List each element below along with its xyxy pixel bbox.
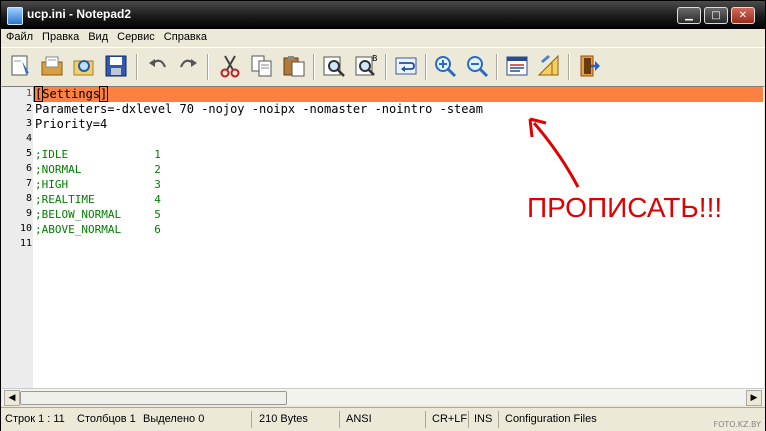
section-name: Settings [42, 87, 101, 101]
line-number: 9 [25, 208, 32, 219]
current-line-highlight [33, 87, 763, 102]
menu-bar: Файл Правка Вид Сервис Справка [1, 29, 765, 47]
customize-icon[interactable] [536, 53, 562, 79]
menu-help[interactable]: Справка [159, 29, 211, 43]
save-icon[interactable] [103, 53, 129, 79]
minimize-button[interactable]: ▁ [677, 7, 701, 24]
status-column: Столбцов 1 [77, 413, 136, 425]
status-bar: Строк 1 : 11 Столбцов 1 Выделено 0 210 B… [1, 407, 765, 431]
ini-equals: = [92, 117, 101, 131]
status-insert-mode: INS [474, 413, 493, 425]
line-number: 2 [25, 103, 32, 114]
line-number: 8 [25, 193, 32, 204]
line-number: 4 [25, 133, 32, 144]
wordwrap-icon[interactable] [393, 53, 419, 79]
redo-icon[interactable] [175, 53, 201, 79]
copy-icon[interactable] [249, 53, 275, 79]
line-number: 5 [25, 148, 32, 159]
scroll-right-arrow-icon[interactable]: ▶ [746, 390, 762, 406]
browse-icon[interactable] [71, 53, 97, 79]
comment-line: ;BELOW_NORMAL 5 [35, 208, 161, 221]
line-number: 1 [25, 88, 32, 99]
zoom-out-icon[interactable] [464, 53, 490, 79]
line-number: 11 [19, 238, 32, 249]
menu-edit[interactable]: Правка [37, 29, 83, 43]
status-line-endings[interactable]: CR+LF [432, 413, 467, 425]
find-icon[interactable] [321, 53, 347, 79]
cut-icon[interactable] [217, 53, 243, 79]
editor-area[interactable]: 1 2 3 4 5 6 7 8 9 10 11 [Settings] Param… [2, 86, 764, 389]
close-button[interactable]: ✕ [731, 7, 755, 24]
toolbar: B [1, 47, 765, 87]
ini-value: -dxlevel 70 -nojoy -noipx -nomaster -noi… [114, 102, 483, 116]
menu-view[interactable]: Вид [83, 29, 112, 43]
status-size: 210 Bytes [259, 413, 308, 425]
line-number-gutter: 1 2 3 4 5 6 7 8 9 10 11 [2, 87, 33, 389]
new-icon[interactable] [7, 53, 33, 79]
annotation-text: ПРОПИСАТЬ!!! [527, 192, 723, 223]
code-line: Priority=4 [35, 117, 107, 132]
comment-line: ;IDLE 1 [35, 148, 161, 161]
exit-icon[interactable] [577, 53, 603, 79]
status-selection: Выделено 0 [143, 413, 205, 425]
scheme-icon[interactable] [504, 53, 530, 79]
annotation-arrow [528, 117, 580, 188]
horizontal-scrollbar[interactable]: ◀ ▶ [2, 388, 764, 406]
svg-text:B: B [372, 54, 378, 63]
menu-file[interactable]: Файл [1, 29, 37, 43]
status-scheme[interactable]: Configuration Files [505, 413, 597, 425]
scrollbar-thumb[interactable] [20, 391, 287, 405]
code-line: Parameters=-dxlevel 70 -nojoy -noipx -no… [35, 102, 483, 117]
undo-icon[interactable] [145, 53, 171, 79]
paste-icon[interactable] [281, 53, 307, 79]
bracket-close: ] [98, 86, 109, 102]
ini-value: 4 [100, 117, 108, 131]
window-title: ucp.ini - Notepad2 [27, 7, 132, 21]
status-position: Строк 1 : 11 [5, 413, 65, 425]
maximize-button[interactable]: □ [704, 7, 728, 24]
replace-icon[interactable]: B [353, 53, 379, 79]
notepad2-window: ucp.ini - Notepad2 ▁ □ ✕ Файл Правка Вид Се… [0, 0, 766, 431]
comment-line: ;NORMAL 2 [35, 163, 161, 176]
scroll-left-arrow-icon[interactable]: ◀ [4, 390, 20, 406]
zoom-in-icon[interactable] [432, 53, 458, 79]
comment-line: ;ABOVE_NORMAL 6 [35, 223, 161, 236]
status-encoding[interactable]: ANSI [346, 413, 372, 425]
comment-line: ;HIGH 3 [35, 178, 161, 191]
line-number: 3 [25, 118, 32, 129]
line-number: 10 [19, 223, 32, 234]
title-bar: ucp.ini - Notepad2 ▁ □ ✕ [1, 1, 765, 29]
line-number: 7 [25, 178, 32, 189]
line-number: 6 [25, 163, 32, 174]
open-icon[interactable] [39, 53, 65, 79]
comment-line: ;REALTIME 4 [35, 193, 161, 206]
code-line-section: [Settings] [33, 86, 109, 102]
notepad-app-icon [7, 7, 23, 25]
watermark-text: FOTO.KZ.BY [713, 420, 761, 429]
ini-key: Priority [35, 117, 93, 131]
menu-tools[interactable]: Сервис [112, 29, 159, 43]
ini-key: Parameters [35, 102, 108, 116]
